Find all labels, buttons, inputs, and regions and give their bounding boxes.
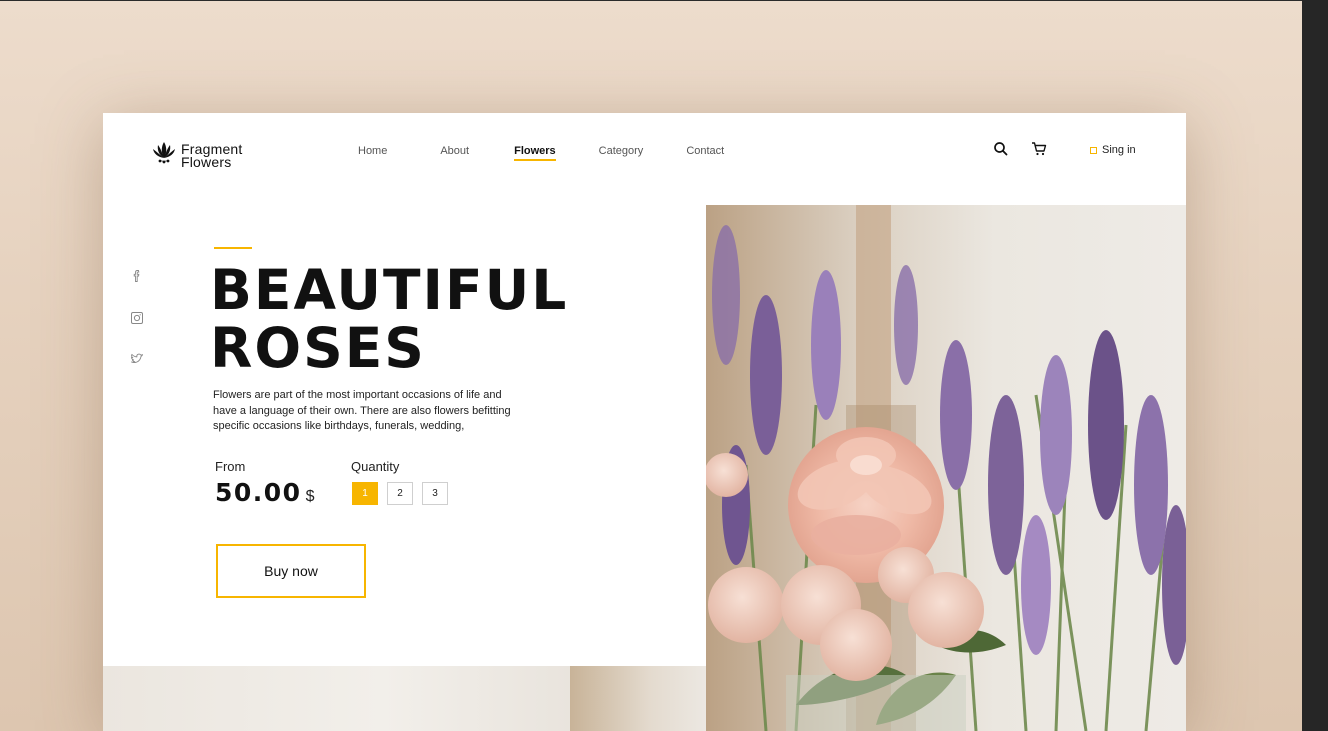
- lotus-icon: [150, 139, 178, 172]
- price: 50.00 $: [215, 478, 314, 507]
- price-value: 50.00: [215, 478, 302, 507]
- nav-item-flowers[interactable]: Flowers: [514, 144, 556, 161]
- quantity-label: Quantity: [351, 459, 400, 474]
- quantity-option-3[interactable]: 3: [422, 482, 448, 505]
- bottom-image-left: [103, 666, 570, 731]
- nav-item-home[interactable]: Home: [358, 144, 387, 160]
- title-accent-line: [214, 247, 252, 249]
- main-nav: Home About Flowers Category Contact: [358, 144, 724, 161]
- twitter-icon[interactable]: [129, 350, 145, 366]
- price-from-label: From: [215, 459, 246, 474]
- brand-logo[interactable]: Fragment Flowers: [150, 139, 243, 172]
- facebook-icon[interactable]: [129, 268, 145, 284]
- quantity-option-1[interactable]: 1: [352, 482, 378, 505]
- landing-page-card: Fragment Flowers Home About Flowers Cate…: [103, 113, 1186, 731]
- sign-in-label: Sing in: [1102, 144, 1136, 156]
- hero-title-line2: ROSES: [210, 316, 426, 380]
- nav-item-contact[interactable]: Contact: [686, 144, 724, 160]
- dark-side-panel: [1302, 0, 1328, 731]
- instagram-icon[interactable]: [129, 310, 145, 326]
- sign-in-marker-icon: [1090, 146, 1097, 154]
- buy-now-button[interactable]: Buy now: [216, 544, 366, 598]
- quantity-selector: 1 2 3: [352, 482, 448, 505]
- sign-in-link[interactable]: Sing in: [1090, 144, 1136, 156]
- brand-name-line2: Flowers: [181, 153, 232, 170]
- search-icon[interactable]: [992, 140, 1010, 158]
- hero-title: BEAUTIFUL ROSES: [210, 261, 630, 377]
- hero-description: Flowers are part of the most important o…: [213, 389, 511, 432]
- window-top-border: [0, 0, 1302, 1]
- nav-item-about[interactable]: About: [440, 144, 469, 160]
- price-currency: $: [305, 488, 315, 505]
- quantity-option-2[interactable]: 2: [387, 482, 413, 505]
- bottom-image-middle: [570, 666, 706, 731]
- hero-title-line1: BEAUTIFUL: [210, 258, 569, 322]
- brand-name: Fragment Flowers: [181, 142, 243, 170]
- flower-bouquet-image: [706, 205, 1186, 731]
- nav-item-category[interactable]: Category: [599, 144, 644, 160]
- cart-icon[interactable]: [1030, 140, 1048, 158]
